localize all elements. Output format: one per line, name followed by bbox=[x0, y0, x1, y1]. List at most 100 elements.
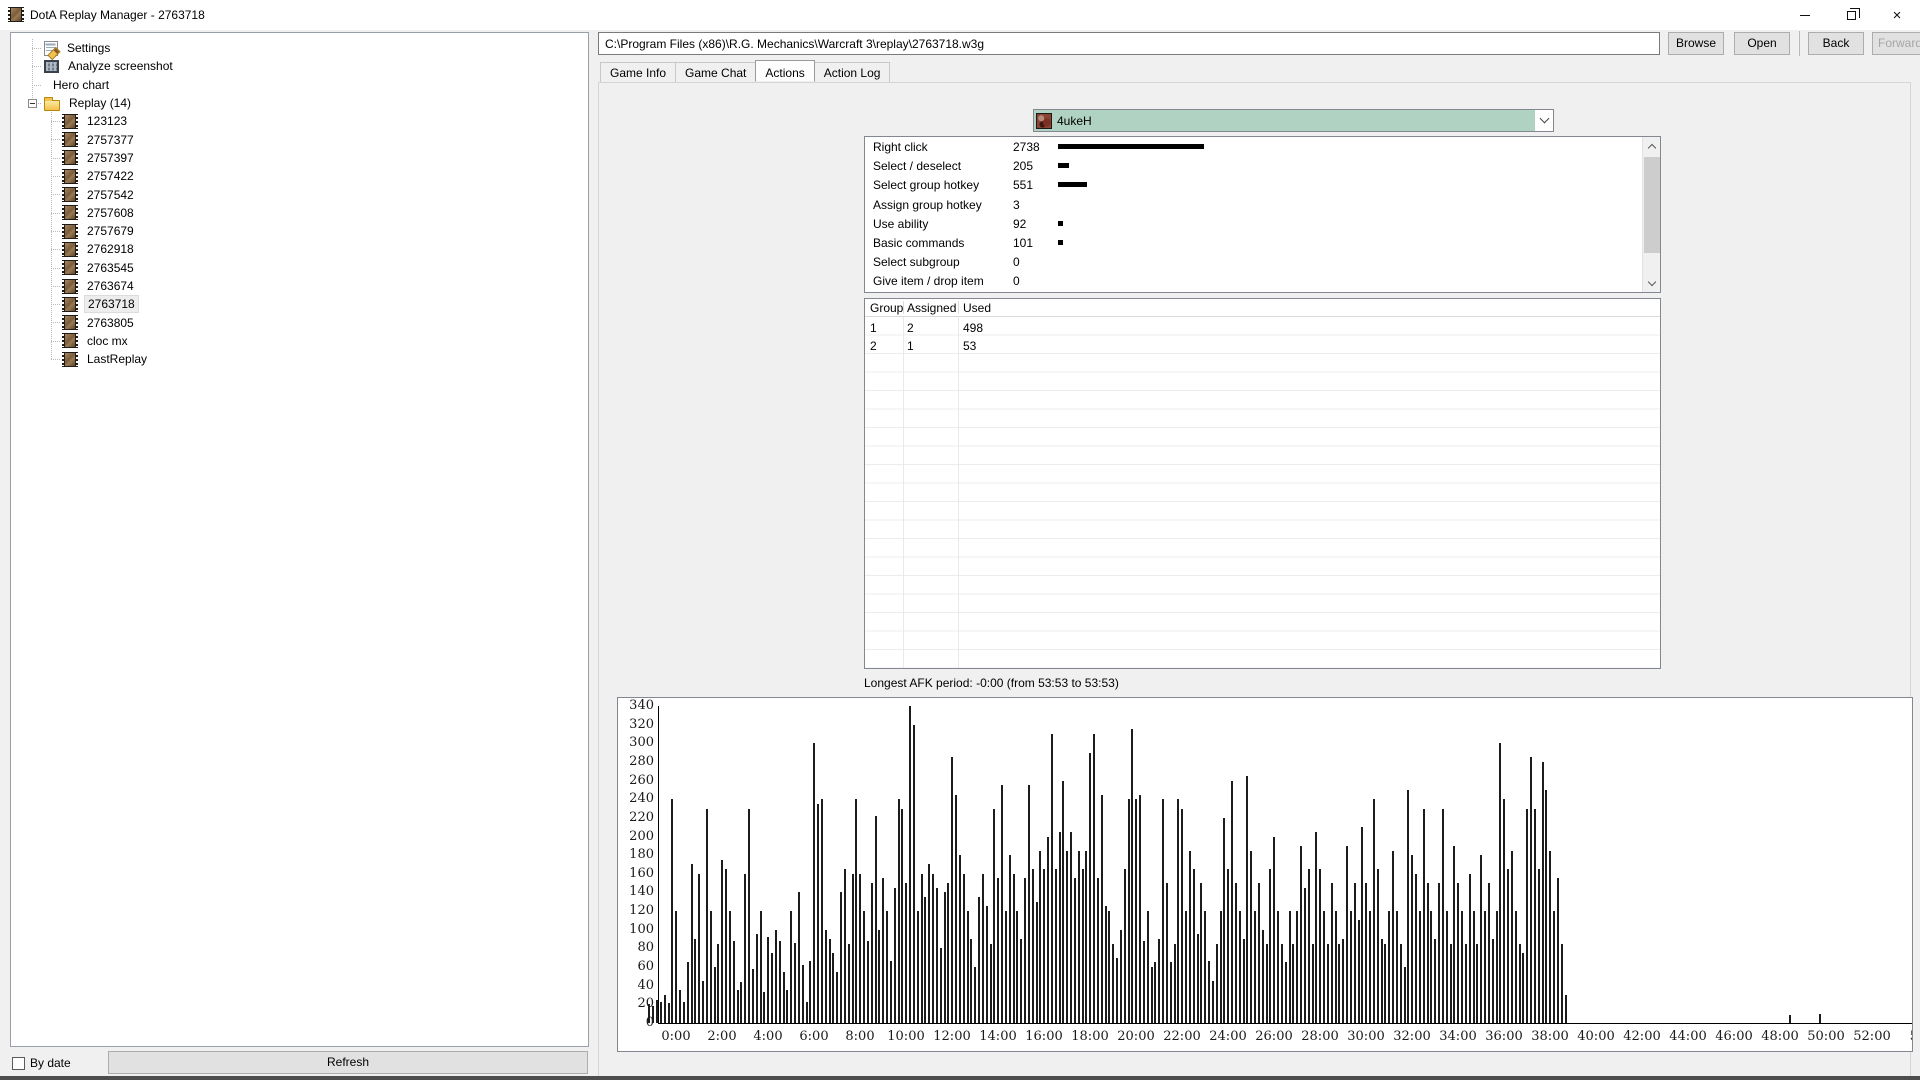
replay-item-cloc-mx[interactable]: cloc mx bbox=[11, 332, 588, 350]
apm-bar bbox=[824, 930, 827, 1023]
replay-item-2757679[interactable]: 2757679 bbox=[11, 222, 588, 240]
apm-bar bbox=[652, 1006, 655, 1023]
apm-bar bbox=[1384, 944, 1387, 1023]
apm-bar bbox=[1188, 851, 1191, 1023]
apm-bar bbox=[1415, 874, 1418, 1023]
apm-bar bbox=[947, 883, 950, 1023]
sidebar-item-hero-chart[interactable]: Hero chart bbox=[11, 76, 588, 94]
apm-bar bbox=[981, 874, 984, 1023]
apm-bar bbox=[1050, 734, 1053, 1023]
apm-bar bbox=[1077, 851, 1080, 1023]
apm-bar bbox=[1085, 851, 1088, 1023]
action-stat-row[interactable]: Basic commands 101 bbox=[865, 233, 1642, 252]
apm-bar bbox=[1564, 995, 1567, 1023]
apm-bar bbox=[863, 911, 866, 1023]
replay-item-2763674[interactable]: 2763674 bbox=[11, 277, 588, 295]
replay-item-2757397[interactable]: 2757397 bbox=[11, 149, 588, 167]
apm-bar bbox=[1449, 944, 1452, 1023]
x-axis-tick-label: 54 bbox=[1896, 1029, 1912, 1044]
apm-bar bbox=[1185, 911, 1188, 1023]
apm-bar bbox=[905, 883, 908, 1023]
apm-bar bbox=[1238, 911, 1241, 1023]
scrollbar-thumb[interactable] bbox=[1644, 157, 1660, 253]
tab-game-chat[interactable]: Game Chat bbox=[675, 62, 757, 83]
apm-bar bbox=[1062, 781, 1065, 1023]
by-date-label: By date bbox=[30, 1056, 71, 1070]
stats-scrollbar[interactable] bbox=[1642, 137, 1660, 292]
groups-table-cell: 1 bbox=[907, 338, 914, 353]
action-stat-row[interactable]: Select subgroup 0 bbox=[865, 252, 1642, 271]
hero-avatar-icon bbox=[1036, 112, 1052, 129]
restore-button[interactable] bbox=[1828, 0, 1874, 30]
x-axis-tick-label: 36:00 bbox=[1485, 1029, 1523, 1044]
groups-table-cell: 2 bbox=[907, 321, 914, 335]
apm-bar bbox=[866, 941, 869, 1023]
collapse-expander-icon[interactable] bbox=[28, 98, 37, 108]
apm-bar bbox=[1196, 934, 1199, 1023]
apm-bar bbox=[1349, 911, 1352, 1023]
apm-bar bbox=[978, 897, 981, 1023]
action-stat-row[interactable]: Assign group hotkey 3 bbox=[865, 195, 1642, 214]
back-button[interactable]: Back bbox=[1808, 32, 1864, 55]
tab-game-info[interactable]: Game Info bbox=[600, 62, 677, 83]
by-date-checkbox[interactable] bbox=[12, 1056, 25, 1070]
action-stat-row[interactable]: Right click 2738 bbox=[865, 137, 1642, 156]
apm-bar bbox=[1284, 962, 1287, 1023]
replay-path-input[interactable] bbox=[598, 32, 1660, 55]
apm-bar bbox=[1093, 734, 1096, 1023]
folder-icon bbox=[44, 96, 60, 111]
x-axis-tick-label: 52:00 bbox=[1853, 1029, 1891, 1044]
groups-col-header[interactable]: Group bbox=[870, 301, 903, 315]
groups-table-row[interactable]: 2 1 53 bbox=[865, 336, 1660, 354]
tab-action-log[interactable]: Action Log bbox=[813, 62, 891, 83]
action-stat-row[interactable]: Select group hotkey 551 bbox=[865, 175, 1642, 194]
scroll-down-icon[interactable] bbox=[1643, 275, 1661, 292]
apm-bar bbox=[1004, 911, 1007, 1023]
apm-bar bbox=[1146, 911, 1149, 1023]
action-stat-row[interactable]: Give item / drop item 0 bbox=[865, 271, 1642, 290]
replay-item-2757422[interactable]: 2757422 bbox=[11, 167, 588, 185]
x-axis-tick-label: 16:00 bbox=[1025, 1029, 1063, 1044]
groups-col-header[interactable]: Used bbox=[963, 301, 991, 315]
replay-item-123123[interactable]: 123123 bbox=[11, 112, 588, 130]
x-axis-tick-label: 34:00 bbox=[1439, 1029, 1477, 1044]
replay-item-lastreplay[interactable]: LastReplay bbox=[11, 350, 588, 368]
player-dropdown[interactable]: 4ukeH bbox=[1033, 109, 1554, 132]
groups-col-header[interactable]: Assigned bbox=[907, 301, 956, 315]
sidebar-item-replay-14-[interactable]: Replay (14) bbox=[11, 94, 588, 112]
apm-bar bbox=[928, 864, 931, 1023]
minimize-button[interactable] bbox=[1782, 0, 1828, 30]
apm-bar bbox=[705, 809, 708, 1023]
replay-item-2757542[interactable]: 2757542 bbox=[11, 185, 588, 203]
apm-bar bbox=[1139, 795, 1142, 1023]
apm-bar bbox=[1426, 883, 1429, 1023]
replay-item-2762918[interactable]: 2762918 bbox=[11, 240, 588, 258]
refresh-button[interactable]: Refresh bbox=[108, 1051, 588, 1074]
replay-item-2757377[interactable]: 2757377 bbox=[11, 130, 588, 148]
action-stat-count: 0 bbox=[1013, 274, 1020, 289]
action-stat-row[interactable]: Use ability 92 bbox=[865, 214, 1642, 233]
replay-item-label: 2763718 bbox=[84, 295, 139, 314]
sidebar-item-analyze-screenshot[interactable]: Analyze screenshot bbox=[11, 57, 588, 75]
apm-bar bbox=[809, 961, 812, 1023]
scroll-up-icon[interactable] bbox=[1643, 137, 1661, 154]
open-button[interactable]: Open bbox=[1734, 32, 1790, 55]
apm-bar bbox=[1472, 911, 1475, 1023]
close-button[interactable]: × bbox=[1874, 0, 1920, 30]
groups-table-cell: 1 bbox=[870, 321, 877, 335]
sidebar-item-settings[interactable]: Settings bbox=[11, 39, 588, 57]
tab-actions[interactable]: Actions bbox=[755, 60, 815, 81]
apm-bar bbox=[993, 809, 996, 1023]
replay-item-2763718[interactable]: 2763718 bbox=[11, 295, 588, 314]
replay-item-2763545[interactable]: 2763545 bbox=[11, 259, 588, 277]
apm-bar bbox=[1434, 939, 1437, 1023]
replay-item-2757608[interactable]: 2757608 bbox=[11, 204, 588, 222]
apm-bar bbox=[1388, 911, 1391, 1023]
replay-file-icon bbox=[62, 278, 78, 294]
replay-item-2763805[interactable]: 2763805 bbox=[11, 313, 588, 331]
dropdown-arrow-button[interactable] bbox=[1535, 110, 1553, 131]
groups-table-row[interactable]: 1 2 498 bbox=[865, 318, 1660, 336]
action-stat-row[interactable]: Select / deselect 205 bbox=[865, 156, 1642, 175]
groups-table-cell: 2 bbox=[870, 338, 877, 353]
browse-button[interactable]: Browse bbox=[1668, 32, 1724, 55]
